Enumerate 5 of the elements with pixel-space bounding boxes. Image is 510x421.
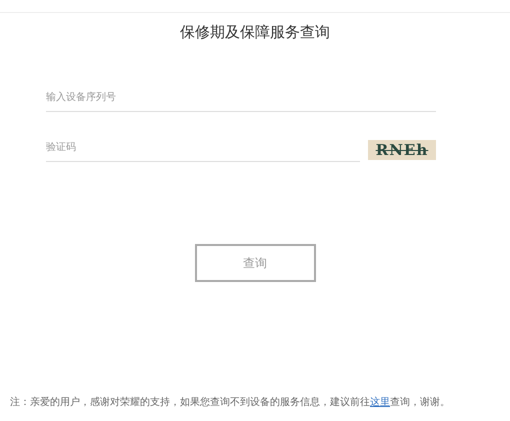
captcha-image: RNEh (368, 140, 436, 160)
query-button[interactable]: 查询 (194, 244, 316, 282)
here-link[interactable]: 这里 (370, 397, 390, 408)
page-title: 保修期及保障服务查询 (179, 23, 331, 42)
note-text: 注：亲爱的用户，感谢对荣耀的支持，如果您查询不到设备的服务信息，建议前往这里查询，谢谢。 (10, 396, 451, 409)
